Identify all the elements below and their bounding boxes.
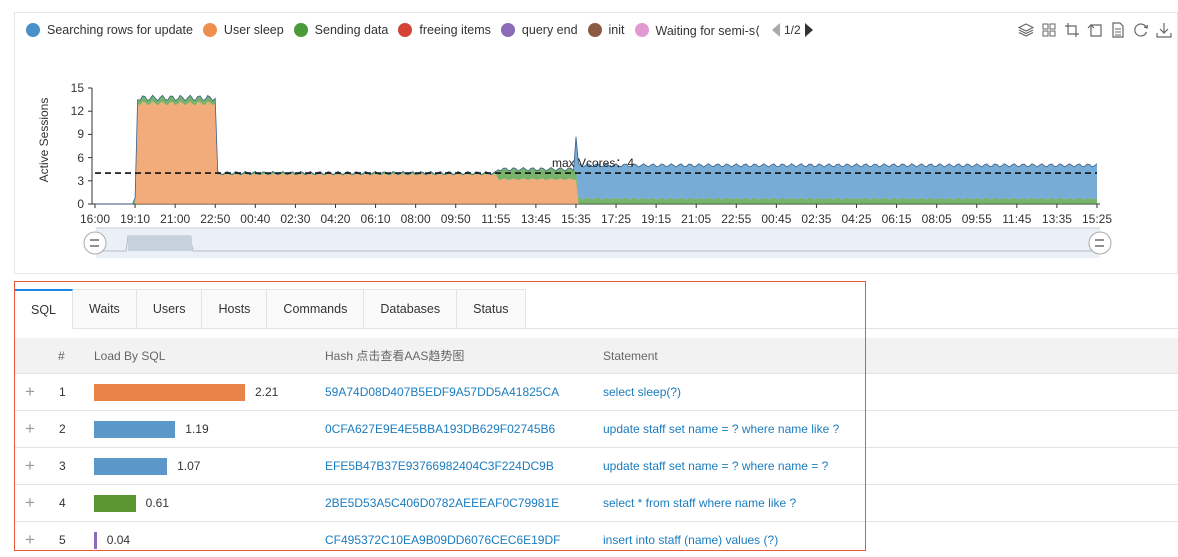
table-row[interactable]: +2 1.19 0CFA627E9E4E5BBA193DB629F02745B6 up… — [14, 411, 1178, 448]
row-number: 5 — [59, 533, 66, 547]
row-number: 3 — [59, 459, 66, 473]
table-body: +1 2.21 59A74D08D407B5EDF9A57DD5A41825CA se… — [14, 374, 1178, 557]
top-sql-panel: SQL Waits Users Hosts Commands Databases Statu… — [14, 281, 1178, 557]
load-bar — [94, 458, 168, 475]
table-header: # Load By SQL Hash 点击查看AAS趋势图 Statement — [14, 338, 1178, 374]
tab-commands[interactable]: Commands — [267, 289, 365, 329]
sql-hash-link[interactable]: 0CFA627E9E4E5BBA193DB629F02745B6 — [325, 411, 555, 448]
tab-users[interactable]: Users — [136, 289, 203, 329]
max-vcores-label: max Vcores：4 — [552, 156, 634, 170]
load-value: 0.04 — [106, 533, 131, 547]
slider-handle-right[interactable] — [1088, 231, 1112, 255]
load-value: 1.07 — [177, 459, 201, 473]
load-value: 1.19 — [185, 422, 209, 436]
sql-hash-link[interactable]: 2BE5D53A5C406D0782AEEEAF0C79981E — [325, 485, 559, 522]
sql-statement-link[interactable]: update staff set name = ? where name lik… — [603, 411, 839, 448]
tab-status[interactable]: Status — [457, 289, 526, 329]
expand-row-icon[interactable]: + — [23, 448, 37, 485]
load-value: 0.61 — [145, 496, 170, 510]
tab-waits[interactable]: Waits — [73, 289, 137, 329]
top-sql-table: # Load By SQL Hash 点击查看AAS趋势图 Statement … — [14, 338, 1178, 557]
expand-row-icon[interactable]: + — [23, 522, 37, 557]
load-value: 2.21 — [255, 385, 279, 399]
row-number: 1 — [59, 385, 66, 399]
col-hash-header: Hash 点击查看AAS趋势图 — [325, 349, 465, 363]
load-bar — [94, 532, 97, 549]
load-bar — [94, 495, 136, 512]
col-statement-header: Statement — [603, 349, 658, 363]
slider-track — [96, 228, 1100, 258]
data-zoom-slider[interactable] — [83, 227, 1112, 258]
tab-bar: SQL Waits Users Hosts Commands Databases Statu… — [14, 289, 526, 329]
table-row[interactable]: +1 2.21 59A74D08D407B5EDF9A57DD5A41825CA se… — [14, 374, 1178, 411]
sql-statement-link[interactable]: insert into staff (name) values (?) — [603, 522, 778, 557]
sql-statement-link[interactable]: select * from staff where name like ? — [603, 485, 796, 522]
row-number: 2 — [59, 422, 66, 436]
aas-area-chart: max Vcores：4 — [83, 87, 1112, 258]
sql-hash-link[interactable]: CF495372C10EA9B09DD6076CEC6E19DF — [325, 522, 560, 557]
tab-sql[interactable]: SQL — [14, 289, 74, 329]
tab-databases[interactable]: Databases — [364, 289, 458, 329]
expand-row-icon[interactable]: + — [23, 411, 37, 448]
sql-statement-link[interactable]: update staff set name = ? where name = ? — [603, 448, 828, 485]
load-bar — [94, 384, 245, 401]
tab-hosts[interactable]: Hosts — [202, 289, 268, 329]
expand-row-icon[interactable]: + — [23, 485, 37, 522]
sql-hash-link[interactable]: EFE5B47B37E93766982404C3F224DC9B — [325, 448, 554, 485]
col-load-header: Load By SQL — [94, 349, 166, 363]
sql-statement-link[interactable]: select sleep(?) — [603, 374, 681, 411]
table-row[interactable]: +4 0.61 2BE5D53A5C406D0782AEEEAF0C79981E se… — [14, 485, 1178, 522]
col-num-header: # — [58, 349, 65, 363]
load-bar — [94, 421, 176, 438]
slider-preview-fill — [128, 236, 192, 251]
row-number: 4 — [59, 496, 66, 510]
table-row[interactable]: +3 1.07 EFE5B47B37E93766982404C3F224DC9B up… — [14, 448, 1178, 485]
sql-hash-link[interactable]: 59A74D08D407B5EDF9A57DD5A41825CA — [325, 374, 559, 411]
expand-row-icon[interactable]: + — [23, 374, 37, 411]
slider-handle-left[interactable] — [83, 231, 107, 255]
table-row[interactable]: +5 0.04 CF495372C10EA9B09DD6076CEC6E19DF in… — [14, 522, 1178, 557]
